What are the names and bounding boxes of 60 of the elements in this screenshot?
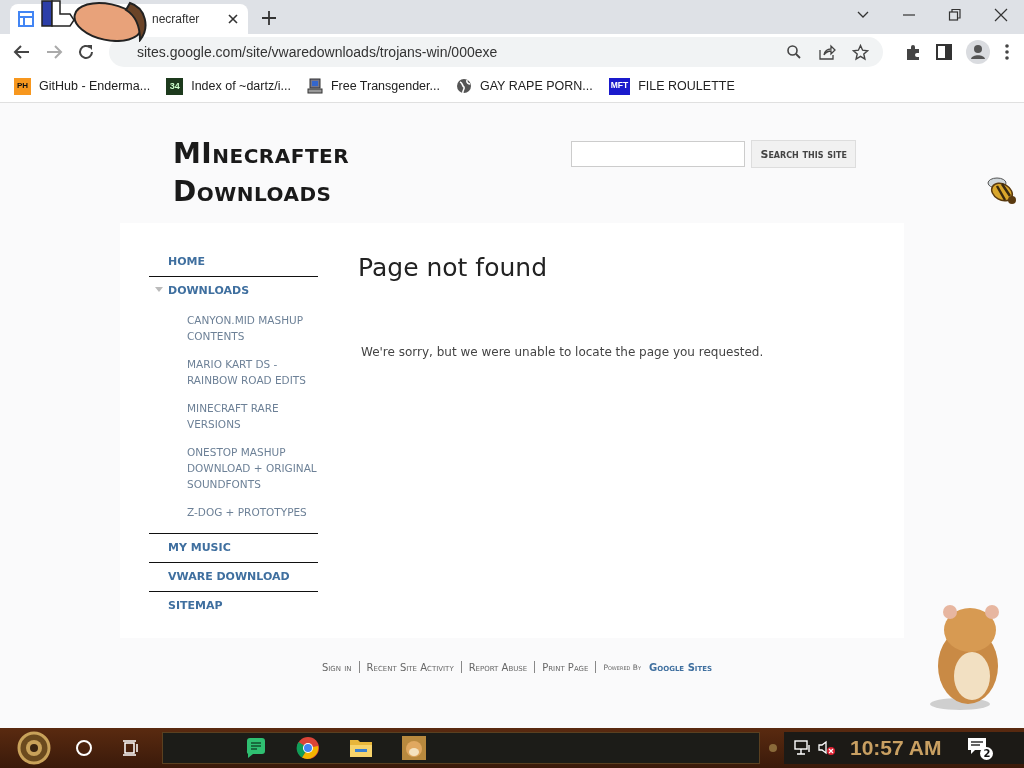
bookmark[interactable]: 34 Index of ~dartz/i... xyxy=(166,77,291,95)
bookmark[interactable]: PH GitHub - Enderma... xyxy=(14,77,151,95)
profile-icon[interactable] xyxy=(966,40,990,64)
page-icon xyxy=(18,11,34,27)
folder-app-icon[interactable] xyxy=(349,737,373,759)
site-title: Downloads xyxy=(173,174,333,210)
restore-icon[interactable] xyxy=(948,8,962,22)
page-heading: Page not found xyxy=(358,253,548,282)
bee-icon xyxy=(985,174,1019,206)
nav-link[interactable]: SITEMAP xyxy=(168,598,223,612)
nav-link[interactable]: DOWNLOADS xyxy=(168,283,250,297)
search-circle-icon[interactable] xyxy=(75,739,93,757)
footer-link[interactable]: Sign in xyxy=(321,661,352,673)
nav-link[interactable]: MY MUSIC xyxy=(168,540,231,554)
chat-app-icon[interactable] xyxy=(245,737,267,759)
share-icon[interactable] xyxy=(818,44,836,60)
puzzle-icon[interactable] xyxy=(905,43,922,61)
back-icon[interactable] xyxy=(13,43,31,61)
reload-icon[interactable] xyxy=(77,43,95,61)
side-panel-icon[interactable] xyxy=(936,44,952,60)
notification-count: 2 xyxy=(980,746,994,760)
tab-title: necrafter xyxy=(151,12,201,26)
footer-link[interactable]: Report Abuse xyxy=(468,661,528,673)
bookmark-favicon: PH xyxy=(14,77,31,95)
nav-link[interactable]: HOME xyxy=(168,254,206,268)
google-sites-link[interactable]: Google Sites xyxy=(649,661,713,673)
clock[interactable]: 10:57 AM xyxy=(850,736,942,760)
notifications-button[interactable]: 2 xyxy=(967,736,994,760)
search-icon[interactable] xyxy=(786,44,802,60)
nav-sublink[interactable]: MARIO KART DS - RAINBOW ROAD EDITS xyxy=(187,356,318,388)
footer-link[interactable]: Recent Site Activity xyxy=(366,661,454,673)
close-icon[interactable] xyxy=(994,8,1008,22)
address-bar[interactable]: sites.google.com/site/vwaredownloads/trojans-win/000exe xyxy=(109,37,883,67)
bookmark[interactable]: GAY RAPE PORN... xyxy=(455,78,593,94)
close-tab-icon[interactable] xyxy=(228,14,238,24)
tray-dot-icon xyxy=(768,743,778,753)
nav-link[interactable]: VWARE DOWNLOAD xyxy=(168,569,290,583)
nav-sublink[interactable]: ONESTOP MASHUP DOWNLOAD + ORIGINAL SOUNDFONTS xyxy=(187,444,318,492)
nav-sublink[interactable]: CANYON.MID MASHUP CONTENTS xyxy=(187,312,318,344)
message-icon xyxy=(967,736,988,755)
footer-link[interactable]: Print Page xyxy=(542,661,589,673)
menu-icon[interactable] xyxy=(1004,43,1010,61)
browser-app-icon[interactable] xyxy=(296,736,320,760)
bookmark-favicon: 34 xyxy=(166,77,184,95)
new-tab-icon[interactable] xyxy=(262,11,276,25)
search-field[interactable] xyxy=(571,141,746,167)
nav-sublink[interactable]: MINECRAFT RARE VERSIONS xyxy=(187,400,318,432)
error-message: We're sorry, but we were unable to locate the page you requested. xyxy=(361,345,764,359)
site-title: MInecrafter xyxy=(173,136,350,172)
bookmark[interactable]: Free Transgender... xyxy=(306,78,440,94)
computer-icon xyxy=(306,78,323,94)
bookmark-favicon: MFT xyxy=(608,77,631,95)
search-button[interactable]: Search this site xyxy=(751,140,856,168)
network-icon[interactable] xyxy=(794,740,812,756)
muted-volume-icon[interactable] xyxy=(818,740,836,756)
task-view-icon[interactable] xyxy=(122,739,140,757)
nav-sublink[interactable]: Z-DOG + PROTOTYPES xyxy=(187,504,318,520)
bookmark[interactable]: MFT FILE ROULETTE xyxy=(608,77,735,95)
bookmark-star-icon[interactable] xyxy=(852,43,869,61)
globe-icon xyxy=(455,78,472,94)
